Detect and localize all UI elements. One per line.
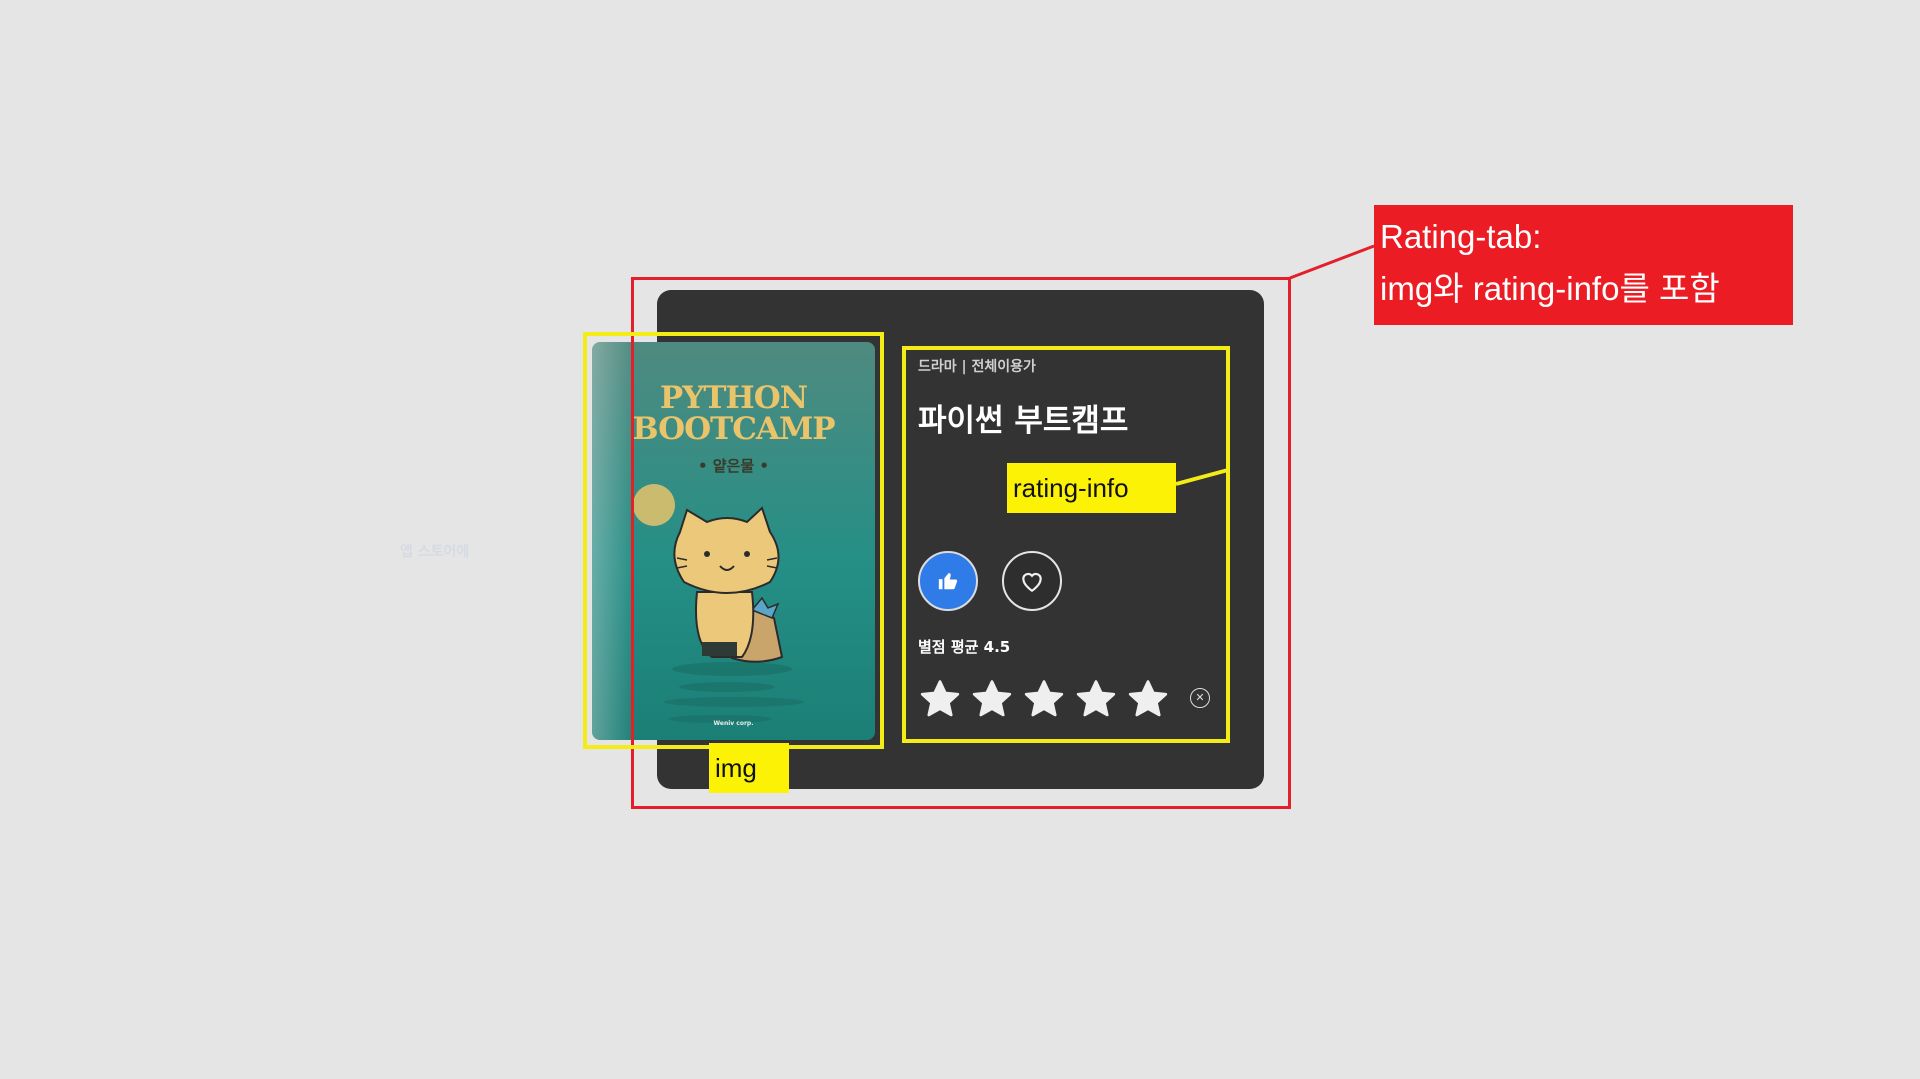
rating-info-label: rating-info <box>1007 463 1176 513</box>
img-label: img <box>709 743 789 793</box>
rating-tab-label: Rating-tab: img와 rating-info를 포함 <box>1374 205 1793 325</box>
annotation-connector-lines <box>1175 244 1375 486</box>
rating-tab-label-line1: Rating-tab: <box>1380 218 1542 255</box>
rating-tab-label-line2: img와 rating-info를 포함 <box>1380 270 1720 307</box>
